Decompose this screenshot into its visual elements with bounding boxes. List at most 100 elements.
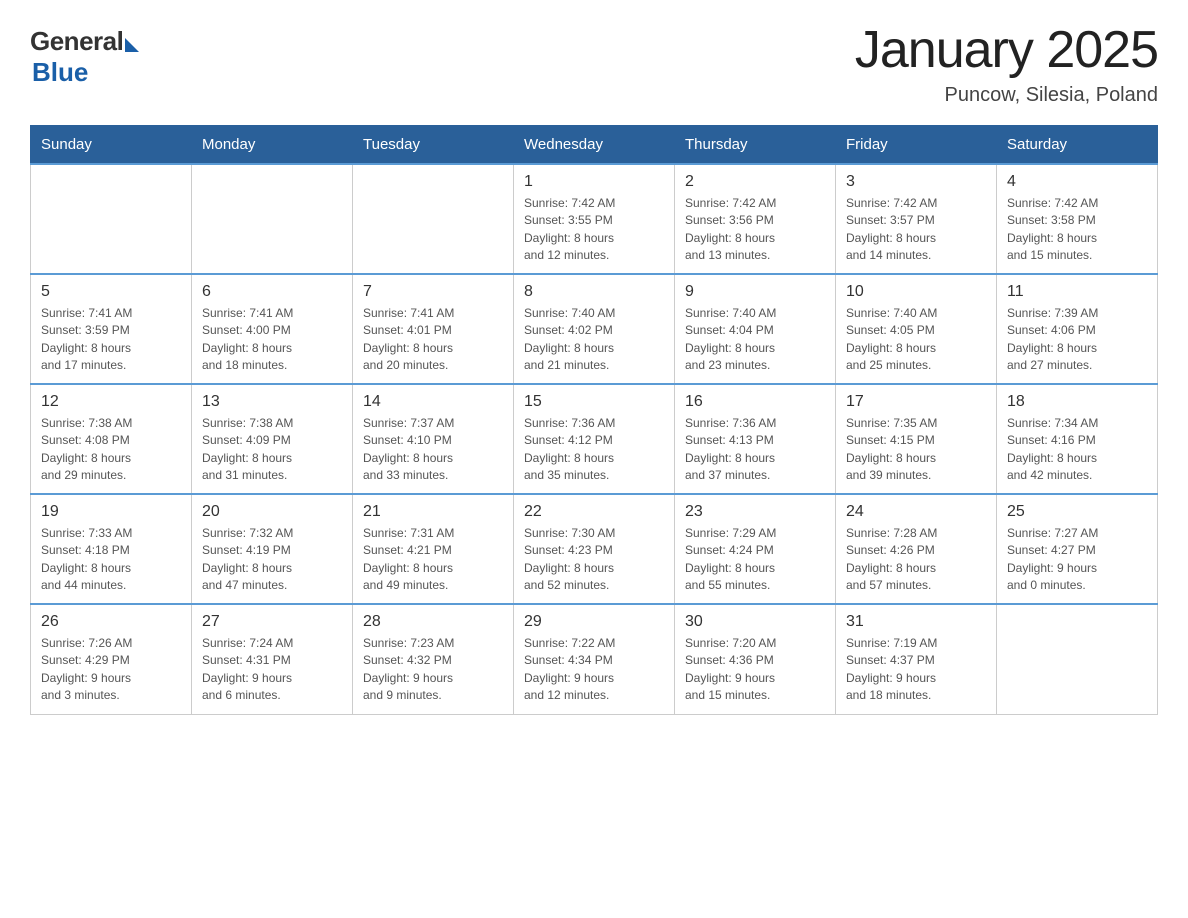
day-info: Sunrise: 7:36 AMSunset: 4:13 PMDaylight:… — [685, 415, 825, 485]
calendar-cell: 19 Sunrise: 7:33 AMSunset: 4:18 PMDayligh… — [31, 494, 192, 604]
calendar-cell: 18 Sunrise: 7:34 AMSunset: 4:16 PMDayligh… — [997, 384, 1158, 494]
calendar-cell: 13Sunrise: 7:38 AMSunset: 4:09 PMDayligh… — [192, 384, 353, 494]
day-number: 8 — [524, 283, 664, 301]
header-day-tuesday: Tuesday — [353, 126, 514, 165]
day-info: Sunrise: 7:19 AMSunset: 4:37 PMDaylight:… — [846, 635, 986, 705]
title-section: January 2025 Puncow, Silesia, Poland — [855, 20, 1158, 107]
day-info: Sunrise: 7:41 AMSunset: 3:59 PMDaylight:… — [41, 305, 181, 375]
day-info: Sunrise: 7:22 AMSunset: 4:34 PMDaylight:… — [524, 635, 664, 705]
day-number: 9 — [685, 283, 825, 301]
day-info: Sunrise: 7:24 AMSunset: 4:31 PMDaylight:… — [202, 635, 342, 705]
day-info: Sunrise: 7:35 AMSunset: 4:15 PMDaylight:… — [846, 415, 986, 485]
day-number: 6 — [202, 283, 342, 301]
day-number: 29 — [524, 613, 664, 631]
day-number: 1 — [524, 173, 664, 191]
calendar-header-row: SundayMondayTuesdayWednesdayThursdayFrid… — [31, 126, 1158, 165]
header-day-saturday: Saturday — [997, 126, 1158, 165]
day-number: 19 — [41, 503, 181, 521]
calendar-cell: 7 Sunrise: 7:41 AMSunset: 4:01 PMDaylight… — [353, 274, 514, 384]
day-number: 4 — [1007, 173, 1147, 191]
day-info: Sunrise: 7:42 AMSunset: 3:56 PMDaylight:… — [685, 195, 825, 265]
day-info: Sunrise: 7:42 AMSunset: 3:55 PMDaylight:… — [524, 195, 664, 265]
day-info: Sunrise: 7:40 AMSunset: 4:02 PMDaylight:… — [524, 305, 664, 375]
day-number: 10 — [846, 283, 986, 301]
calendar-cell: 25 Sunrise: 7:27 AMSunset: 4:27 PMDayligh… — [997, 494, 1158, 604]
day-info: Sunrise: 7:42 AMSunset: 3:58 PMDaylight:… — [1007, 195, 1147, 265]
calendar-cell: 26 Sunrise: 7:26 AMSunset: 4:29 PMDayligh… — [31, 604, 192, 714]
calendar-cell — [192, 164, 353, 274]
day-info: Sunrise: 7:38 AMSunset: 4:08 PMDaylight:… — [41, 415, 181, 485]
calendar-title: January 2025 — [855, 20, 1158, 80]
calendar-week-row: 19 Sunrise: 7:33 AMSunset: 4:18 PMDayligh… — [31, 494, 1158, 604]
day-info: Sunrise: 7:41 AMSunset: 4:01 PMDaylight:… — [363, 305, 503, 375]
day-number: 2 — [685, 173, 825, 191]
calendar-cell: 21Sunrise: 7:31 AMSunset: 4:21 PMDayligh… — [353, 494, 514, 604]
calendar-week-row: 1 Sunrise: 7:42 AMSunset: 3:55 PMDaylight… — [31, 164, 1158, 274]
calendar-cell: 31 Sunrise: 7:19 AMSunset: 4:37 PMDayligh… — [836, 604, 997, 714]
day-info: Sunrise: 7:42 AMSunset: 3:57 PMDaylight:… — [846, 195, 986, 265]
day-info: Sunrise: 7:26 AMSunset: 4:29 PMDaylight:… — [41, 635, 181, 705]
day-info: Sunrise: 7:23 AMSunset: 4:32 PMDaylight:… — [363, 635, 503, 705]
day-number: 5 — [41, 283, 181, 301]
day-info: Sunrise: 7:34 AMSunset: 4:16 PMDaylight:… — [1007, 415, 1147, 485]
day-info: Sunrise: 7:33 AMSunset: 4:18 PMDaylight:… — [41, 525, 181, 595]
calendar-cell: 9Sunrise: 7:40 AMSunset: 4:04 PMDaylight… — [675, 274, 836, 384]
header-day-friday: Friday — [836, 126, 997, 165]
day-info: Sunrise: 7:28 AMSunset: 4:26 PMDaylight:… — [846, 525, 986, 595]
logo: General Blue — [30, 26, 139, 88]
day-number: 12 — [41, 393, 181, 411]
day-info: Sunrise: 7:41 AMSunset: 4:00 PMDaylight:… — [202, 305, 342, 375]
day-number: 15 — [524, 393, 664, 411]
day-info: Sunrise: 7:37 AMSunset: 4:10 PMDaylight:… — [363, 415, 503, 485]
day-info: Sunrise: 7:30 AMSunset: 4:23 PMDaylight:… — [524, 525, 664, 595]
calendar-week-row: 26 Sunrise: 7:26 AMSunset: 4:29 PMDayligh… — [31, 604, 1158, 714]
header-day-monday: Monday — [192, 126, 353, 165]
calendar-cell: 24Sunrise: 7:28 AMSunset: 4:26 PMDayligh… — [836, 494, 997, 604]
calendar-cell: 30 Sunrise: 7:20 AMSunset: 4:36 PMDayligh… — [675, 604, 836, 714]
calendar-cell: 10 Sunrise: 7:40 AMSunset: 4:05 PMDayligh… — [836, 274, 997, 384]
calendar-cell: 3 Sunrise: 7:42 AMSunset: 3:57 PMDaylight… — [836, 164, 997, 274]
header-day-wednesday: Wednesday — [514, 126, 675, 165]
calendar-cell: 15Sunrise: 7:36 AMSunset: 4:12 PMDayligh… — [514, 384, 675, 494]
day-info: Sunrise: 7:20 AMSunset: 4:36 PMDaylight:… — [685, 635, 825, 705]
day-number: 25 — [1007, 503, 1147, 521]
day-info: Sunrise: 7:29 AMSunset: 4:24 PMDaylight:… — [685, 525, 825, 595]
calendar-cell: 4 Sunrise: 7:42 AMSunset: 3:58 PMDaylight… — [997, 164, 1158, 274]
header-day-sunday: Sunday — [31, 126, 192, 165]
calendar-cell: 11 Sunrise: 7:39 AMSunset: 4:06 PMDayligh… — [997, 274, 1158, 384]
calendar-week-row: 5 Sunrise: 7:41 AMSunset: 3:59 PMDaylight… — [31, 274, 1158, 384]
calendar-week-row: 12 Sunrise: 7:38 AMSunset: 4:08 PMDayligh… — [31, 384, 1158, 494]
day-number: 7 — [363, 283, 503, 301]
calendar-cell: 23Sunrise: 7:29 AMSunset: 4:24 PMDayligh… — [675, 494, 836, 604]
day-number: 20 — [202, 503, 342, 521]
calendar-subtitle: Puncow, Silesia, Poland — [855, 84, 1158, 107]
calendar-cell: 22 Sunrise: 7:30 AMSunset: 4:23 PMDayligh… — [514, 494, 675, 604]
calendar-cell: 12 Sunrise: 7:38 AMSunset: 4:08 PMDayligh… — [31, 384, 192, 494]
day-number: 13 — [202, 393, 342, 411]
day-number: 18 — [1007, 393, 1147, 411]
logo-blue-text: Blue — [32, 57, 88, 88]
logo-arrow-icon — [125, 38, 139, 52]
day-number: 27 — [202, 613, 342, 631]
day-number: 22 — [524, 503, 664, 521]
day-number: 11 — [1007, 283, 1147, 301]
calendar-cell: 16 Sunrise: 7:36 AMSunset: 4:13 PMDayligh… — [675, 384, 836, 494]
logo-general-text: General — [30, 26, 123, 57]
calendar-cell: 20Sunrise: 7:32 AMSunset: 4:19 PMDayligh… — [192, 494, 353, 604]
day-number: 31 — [846, 613, 986, 631]
calendar-cell: 8 Sunrise: 7:40 AMSunset: 4:02 PMDaylight… — [514, 274, 675, 384]
day-info: Sunrise: 7:31 AMSunset: 4:21 PMDaylight:… — [363, 525, 503, 595]
day-number: 16 — [685, 393, 825, 411]
day-number: 3 — [846, 173, 986, 191]
calendar-cell: 17Sunrise: 7:35 AMSunset: 4:15 PMDayligh… — [836, 384, 997, 494]
calendar-cell: 5 Sunrise: 7:41 AMSunset: 3:59 PMDaylight… — [31, 274, 192, 384]
page-header: General Blue January 2025 Puncow, Silesi… — [30, 20, 1158, 107]
calendar-cell — [997, 604, 1158, 714]
day-info: Sunrise: 7:27 AMSunset: 4:27 PMDaylight:… — [1007, 525, 1147, 595]
day-number: 28 — [363, 613, 503, 631]
day-info: Sunrise: 7:39 AMSunset: 4:06 PMDaylight:… — [1007, 305, 1147, 375]
calendar-cell — [31, 164, 192, 274]
day-info: Sunrise: 7:40 AMSunset: 4:05 PMDaylight:… — [846, 305, 986, 375]
day-number: 26 — [41, 613, 181, 631]
day-number: 30 — [685, 613, 825, 631]
